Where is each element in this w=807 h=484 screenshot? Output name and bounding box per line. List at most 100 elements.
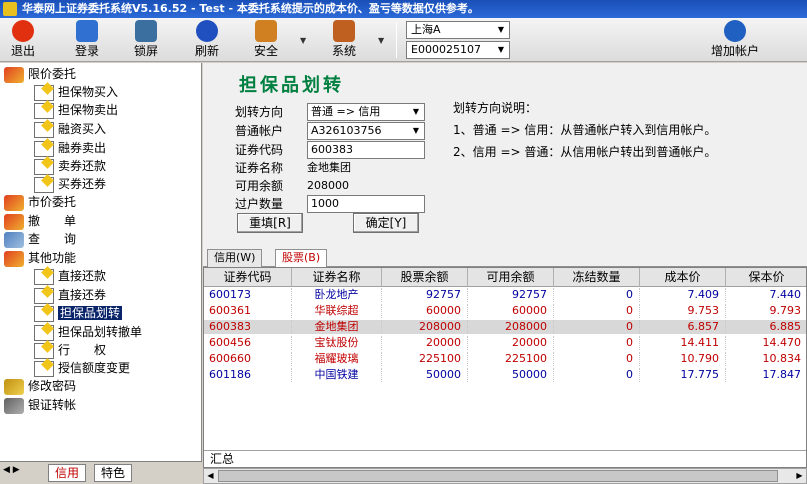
- table-cell: 208000: [468, 320, 554, 334]
- table-cell: 92757: [468, 288, 554, 302]
- add-account-button[interactable]: 增加帐户: [700, 20, 770, 60]
- table-row[interactable]: 600456 宝钛股份 20000 20000 0 14.411 14.470: [204, 336, 806, 350]
- table-cell: 卧龙地产: [292, 288, 382, 302]
- tree-item-short-sell[interactable]: 融券卖出: [34, 139, 106, 157]
- direction-select[interactable]: 普通 => 信用 ▼: [307, 103, 425, 121]
- tree-item-collateral-transfer-cancel[interactable]: 担保品划转撤单: [34, 323, 142, 341]
- tree-item-exercise[interactable]: 行 权: [34, 341, 106, 359]
- help-title: 划转方向说明：: [453, 101, 538, 115]
- other-functions-icon: [4, 250, 24, 267]
- name-row: 证券名称 金地集团: [235, 161, 351, 175]
- tree-group-query[interactable]: 查 询: [4, 230, 76, 248]
- tree-group-change-password[interactable]: 修改密码: [4, 377, 76, 395]
- tree-group-cancel-order[interactable]: 撤 单: [4, 212, 76, 230]
- security-dropdown-arrow[interactable]: ▼: [300, 36, 306, 45]
- column-header[interactable]: 股票余额: [382, 268, 468, 287]
- account-select[interactable]: E000025107 ▼: [406, 41, 510, 59]
- system-button[interactable]: 系统: [326, 20, 362, 60]
- table-cell: 10.834: [726, 352, 806, 366]
- key-icon: [4, 378, 24, 395]
- direction-row: 划转方向 普通 => 信用 ▼: [235, 103, 435, 121]
- table-cell: 9.793: [726, 304, 806, 318]
- exit-button[interactable]: 退出: [6, 20, 40, 60]
- column-header[interactable]: 冻结数量: [554, 268, 640, 287]
- table-row[interactable]: 600383 金地集团 208000 208000 0 6.857 6.885: [204, 320, 806, 334]
- tree-group-bank-transfer[interactable]: 银证转帐: [4, 396, 76, 414]
- tab-stock-holdings[interactable]: 股票(B): [275, 249, 328, 268]
- users-icon: [76, 20, 98, 42]
- table-cell: 60000: [382, 304, 468, 318]
- market-select[interactable]: 上海A ▼: [406, 21, 510, 39]
- table-cell: 20000: [468, 336, 554, 350]
- table-header: 证券代码 证券名称 股票余额 可用余额 冻结数量 成本价 保本价: [204, 268, 806, 287]
- login-button[interactable]: 登录: [70, 20, 104, 60]
- function-tree: 限价委托 担保物买入 担保物卖出 融资买入 融券卖出 卖券还款 买券还券 市价委…: [0, 63, 202, 461]
- table-cell: 92757: [382, 288, 468, 302]
- reset-button[interactable]: 重填[R]: [237, 213, 303, 233]
- tree-item-margin-buy[interactable]: 融资买入: [34, 120, 106, 138]
- tab-credit-holdings[interactable]: 信用(W): [207, 249, 263, 267]
- table-cell: 0: [554, 352, 640, 366]
- window-title: 华泰网上证券委托系统V5.16.52 - Test - 本委托系统提示的成本价、…: [22, 2, 479, 15]
- system-dropdown-arrow[interactable]: ▼: [378, 36, 384, 45]
- tree-item-collateral-buy[interactable]: 担保物买入: [34, 83, 118, 101]
- table-cell: 7.409: [640, 288, 726, 302]
- tab-featured[interactable]: 特色: [94, 464, 133, 482]
- cancel-hand-icon: [4, 213, 24, 230]
- bank-transfer-icon: [4, 397, 24, 414]
- tree-item-direct-return-stock[interactable]: 直接还券: [34, 286, 106, 304]
- page-icon: [34, 268, 54, 285]
- table-row[interactable]: 600173 卧龙地产 92757 92757 0 7.409 7.440: [204, 288, 806, 302]
- table-cell: 中国铁建: [292, 368, 382, 382]
- transfer-quantity-input[interactable]: 1000: [307, 195, 425, 213]
- lock-screen-button[interactable]: 锁屏: [129, 20, 163, 60]
- tree-item-credit-limit-change[interactable]: 授信额度变更: [34, 359, 130, 377]
- page-icon: [34, 176, 54, 193]
- table-cell: 17.775: [640, 368, 726, 382]
- table-cell: 20000: [382, 336, 468, 350]
- table-row[interactable]: 601186 中国铁建 50000 50000 0 17.775 17.847: [204, 368, 806, 382]
- security-button[interactable]: 安全: [248, 20, 284, 60]
- holdings-table: 证券代码 证券名称 股票余额 可用余额 冻结数量 成本价 保本价 600173 卧…: [203, 267, 807, 468]
- security-code-input[interactable]: 600383: [307, 141, 425, 159]
- table-row[interactable]: 600361 华联综超 60000 60000 0 9.753 9.793: [204, 304, 806, 318]
- tree-group-other-functions[interactable]: 其他功能: [4, 249, 76, 267]
- horizontal-scrollbar[interactable]: ◀ ▶: [203, 468, 807, 484]
- table-cell: 宝钛股份: [292, 336, 382, 350]
- table-cell: 福耀玻璃: [292, 352, 382, 366]
- tree-item-buy-to-return[interactable]: 买券还券: [34, 175, 106, 193]
- page-icon: [34, 324, 54, 341]
- scroll-right-icon[interactable]: ▶: [793, 470, 806, 482]
- chevron-down-icon: ▼: [412, 107, 420, 116]
- scroll-left-icon[interactable]: ◀: [204, 470, 217, 482]
- table-row[interactable]: 600660 福耀玻璃 225100 225100 0 10.790 10.834: [204, 352, 806, 366]
- table-cell: 600456: [204, 336, 292, 350]
- help-line-1: 1、普通 => 信用：从普通帐户转入到信用帐户。: [453, 123, 717, 137]
- column-header[interactable]: 成本价: [640, 268, 726, 287]
- tab-scroll-arrows[interactable]: ◀ ▶: [3, 465, 20, 475]
- tab-credit[interactable]: 信用: [48, 464, 87, 482]
- table-cell: 9.753: [640, 304, 726, 318]
- tree-item-direct-repay-cash[interactable]: 直接还款: [34, 267, 106, 285]
- security-icon: [255, 20, 277, 42]
- column-header[interactable]: 保本价: [726, 268, 806, 287]
- toolbar: 退出 登录 锁屏 刷新 安全 ▼ 系统 ▼ 上海A ▼ E000025107 ▼…: [0, 18, 807, 62]
- scroll-thumb[interactable]: [218, 470, 778, 482]
- add-user-icon: [724, 20, 746, 42]
- tree-group-market-order[interactable]: 市价委托: [4, 193, 76, 211]
- toolbar-separator: [396, 22, 397, 58]
- tree-group-limit-order[interactable]: 限价委托: [4, 65, 76, 83]
- column-header[interactable]: 可用余额: [468, 268, 554, 287]
- table-cell: 0: [554, 336, 640, 350]
- account-select-field[interactable]: A326103756 ▼: [307, 122, 425, 140]
- confirm-button[interactable]: 确定[Y]: [353, 213, 419, 233]
- column-header[interactable]: 证券代码: [204, 268, 292, 287]
- qty-row: 过户数量 1000: [235, 195, 435, 213]
- tree-item-collateral-transfer[interactable]: 担保品划转: [34, 304, 123, 322]
- table-cell: 6.885: [726, 320, 806, 334]
- tree-item-collateral-sell[interactable]: 担保物卖出: [34, 101, 118, 119]
- refresh-button[interactable]: 刷新: [190, 20, 224, 60]
- table-cell: 50000: [382, 368, 468, 382]
- column-header[interactable]: 证券名称: [292, 268, 382, 287]
- tree-item-sell-to-repay[interactable]: 卖券还款: [34, 157, 106, 175]
